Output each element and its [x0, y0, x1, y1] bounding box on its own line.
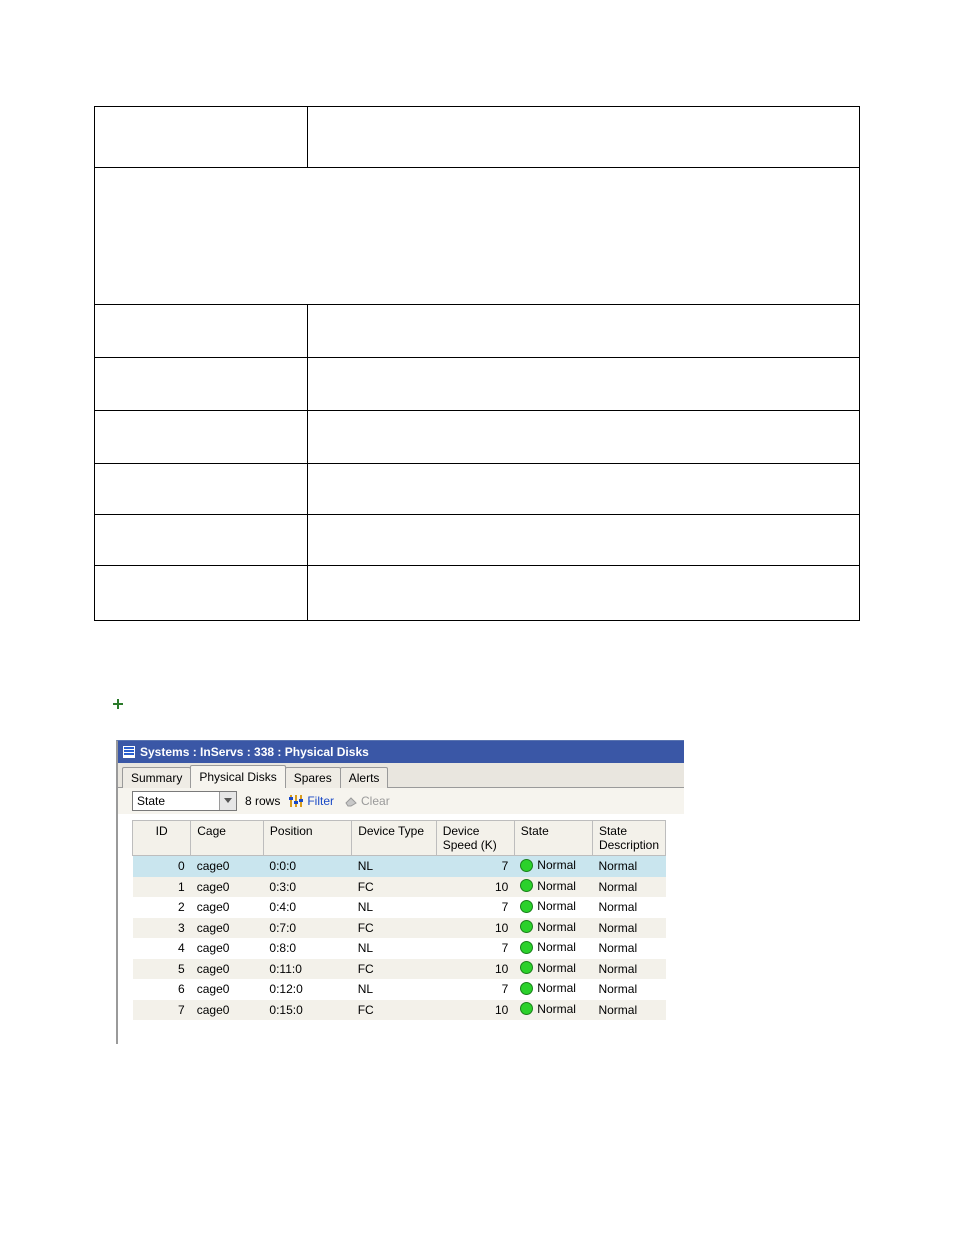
filter-label: Filter [307, 794, 334, 808]
app-icon [122, 745, 136, 759]
tab-spares[interactable]: Spares [285, 767, 341, 788]
col-header[interactable]: DeviceSpeed (K) [436, 821, 514, 856]
status-dot-icon [520, 961, 533, 974]
status-dot-icon [520, 900, 533, 913]
col-header[interactable]: StateDescription [592, 821, 665, 856]
group-by-value: State [133, 792, 219, 810]
state-label: Normal [537, 858, 576, 872]
table-row[interactable]: 6cage00:12:0NL7NormalNormal [133, 979, 666, 1000]
row-count: 8 rows [245, 794, 280, 808]
blank-outline-table [94, 106, 860, 621]
state-label: Normal [537, 899, 576, 913]
title-bar[interactable]: Systems : InServs : 338 : Physical Disks [118, 741, 684, 763]
eraser-icon [342, 795, 358, 807]
state-label: Normal [537, 961, 576, 975]
table-row[interactable]: 0cage00:0:0NL7NormalNormal [133, 856, 666, 877]
window-title: Systems : InServs : 338 : Physical Disks [140, 741, 369, 763]
col-header[interactable]: ID [133, 821, 191, 856]
table-row[interactable]: 2cage00:4:0NL7NormalNormal [133, 897, 666, 918]
state-label: Normal [537, 920, 576, 934]
tab-strip: SummaryPhysical DisksSparesAlerts [118, 763, 684, 788]
col-header[interactable]: State [514, 821, 592, 856]
table-row[interactable]: 5cage00:11:0FC10NormalNormal [133, 959, 666, 980]
plus-icon [112, 697, 124, 713]
physical-disks-window: Systems : InServs : 338 : Physical Disks… [116, 740, 684, 1044]
clear-label: Clear [361, 794, 390, 808]
status-dot-icon [520, 859, 533, 872]
status-dot-icon [520, 1002, 533, 1015]
tab-physical-disks[interactable]: Physical Disks [190, 765, 285, 788]
state-label: Normal [537, 879, 576, 893]
table-row[interactable]: 1cage00:3:0FC10NormalNormal [133, 877, 666, 898]
status-dot-icon [520, 941, 533, 954]
tab-summary[interactable]: Summary [122, 767, 191, 788]
disks-table[interactable]: IDCagePositionDevice TypeDeviceSpeed (K)… [132, 820, 666, 1020]
state-label: Normal [537, 981, 576, 995]
table-row[interactable]: 7cage00:15:0FC10NormalNormal [133, 1000, 666, 1021]
col-header[interactable]: Position [263, 821, 351, 856]
status-dot-icon [520, 879, 533, 892]
state-label: Normal [537, 1002, 576, 1016]
chevron-down-icon[interactable] [219, 792, 236, 810]
status-dot-icon [520, 920, 533, 933]
table-row[interactable]: 3cage00:7:0FC10NormalNormal [133, 918, 666, 939]
col-header[interactable]: Cage [191, 821, 264, 856]
filter-button[interactable]: Filter [288, 794, 334, 808]
clear-button: Clear [342, 794, 390, 808]
filter-icon [288, 794, 304, 808]
state-label: Normal [537, 940, 576, 954]
toolbar: State 8 rows Filter Clear [118, 788, 684, 814]
status-dot-icon [520, 982, 533, 995]
tab-alerts[interactable]: Alerts [340, 767, 389, 788]
table-row[interactable]: 4cage00:8:0NL7NormalNormal [133, 938, 666, 959]
group-by-combo[interactable]: State [132, 791, 237, 811]
col-header[interactable]: Device Type [352, 821, 437, 856]
